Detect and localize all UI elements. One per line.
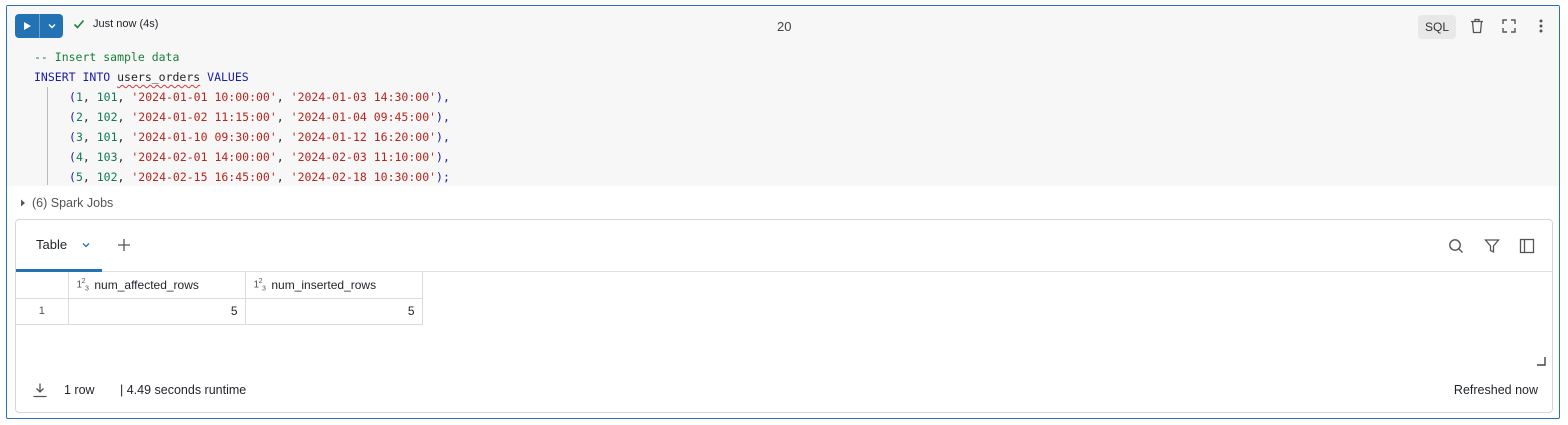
- sql-number: 101: [96, 90, 118, 104]
- more-options-button[interactable]: [1532, 17, 1550, 35]
- code-line: -- Insert sample data: [34, 47, 179, 67]
- sql-paren: (: [69, 150, 76, 164]
- sql-comment: -- Insert sample data: [34, 50, 180, 64]
- sql-string: '2024-01-12 16:20:00': [290, 130, 437, 144]
- sql-number: 1: [75, 90, 83, 104]
- sql-paren: ),: [436, 150, 450, 164]
- table-cell[interactable]: 5: [244, 297, 423, 325]
- spark-jobs-toggle[interactable]: (6) Spark Jobs: [19, 196, 113, 210]
- search-icon: [1449, 239, 1463, 253]
- sql-number: 5: [75, 170, 83, 184]
- sql-keyword: VALUES: [207, 70, 249, 84]
- notebook-cell[interactable]: Just now (4s) 20 SQL -- Insert sample da…: [6, 5, 1560, 419]
- integer-type-icon: 123: [253, 277, 266, 292]
- sql-string: '2024-01-04 09:45:00': [290, 110, 437, 124]
- more-vertical-icon: [1539, 19, 1543, 33]
- tab-table[interactable]: Table: [16, 220, 102, 272]
- sql-paren: (: [69, 130, 76, 144]
- sql-keyword: INTO: [82, 70, 111, 84]
- search-button[interactable]: [1447, 237, 1465, 255]
- cell-number: 20: [777, 19, 792, 34]
- sql-string: '2024-02-03 11:10:00': [290, 150, 437, 164]
- caret-right-icon: [21, 199, 25, 207]
- code-line: (4, 103, '2024-02-01 14:00:00', '2024-02…: [69, 150, 450, 164]
- sql-string: '2024-01-03 14:30:00': [290, 90, 437, 104]
- sql-number: 101: [96, 130, 118, 144]
- refreshed-status: Refreshed now: [1453, 383, 1538, 397]
- sql-string: '2024-02-15 16:45:00': [131, 170, 277, 184]
- run-cell-button[interactable]: [15, 14, 39, 38]
- run-status: Just now (4s): [73, 18, 158, 30]
- results-table: 123 num_affected_rows 123 num_inserted_r…: [16, 272, 423, 325]
- sql-string: '2024-01-01 10:00:00': [131, 90, 277, 104]
- run-status-text: Just now (4s): [93, 18, 159, 30]
- row-count: 1 row: [64, 383, 95, 397]
- code-line: (1, 101, '2024-01-01 10:00:00', '2024-01…: [69, 90, 450, 104]
- code-editor[interactable]: -- Insert sample data INSERT INTO users_…: [7, 46, 1559, 186]
- integer-type-icon: 123: [76, 277, 89, 292]
- results-header: Table: [16, 220, 1552, 272]
- table-cell[interactable]: 5: [67, 297, 246, 325]
- sql-number: 103: [96, 150, 118, 164]
- filter-button[interactable]: [1483, 237, 1501, 255]
- sql-string: '2024-01-02 11:15:00': [131, 110, 277, 124]
- code-line: (5, 102, '2024-02-15 16:45:00', '2024-02…: [69, 170, 450, 184]
- sql-paren: );: [436, 170, 450, 184]
- indent-guide: [47, 87, 48, 185]
- plus-icon[interactable]: [116, 237, 132, 253]
- sql-paren: (: [69, 110, 76, 124]
- sql-string: '2024-02-18 10:30:00': [290, 170, 437, 184]
- column-header-label: num_inserted_rows: [271, 277, 377, 292]
- sql-paren: (: [69, 90, 76, 104]
- sql-paren: ),: [436, 90, 450, 104]
- row-index-header: [16, 272, 69, 299]
- row-index: 1: [16, 297, 69, 325]
- column-header[interactable]: 123 num_inserted_rows: [244, 272, 423, 299]
- sql-keyword: INSERT: [34, 70, 76, 84]
- spark-jobs-label: (6) Spark Jobs: [32, 196, 114, 210]
- sql-string: '2024-02-01 14:00:00': [131, 150, 277, 164]
- table-header-row: 123 num_affected_rows 123 num_inserted_r…: [16, 272, 423, 299]
- results-panel: Table 123 num_affected_rows 123 num_inse…: [15, 219, 1553, 413]
- filter-icon: [1484, 239, 1500, 254]
- run-options-dropdown[interactable]: [40, 14, 63, 38]
- code-line: (2, 102, '2024-01-02 11:15:00', '2024-01…: [69, 110, 450, 124]
- tab-table-label: Table: [36, 237, 68, 252]
- resize-handle-icon[interactable]: [1536, 356, 1546, 366]
- trash-icon: [1471, 18, 1483, 34]
- expand-cell-button[interactable]: [1500, 17, 1518, 35]
- column-header-label: num_affected_rows: [94, 277, 199, 292]
- table-row: 1 5 5: [16, 297, 423, 325]
- sql-number: 3: [75, 130, 83, 144]
- sql-table-name: users_orders: [117, 70, 201, 84]
- delete-cell-button[interactable]: [1468, 17, 1486, 35]
- sidebar-panel-icon: [1519, 238, 1535, 254]
- cell-toolbar: Just now (4s) 20 SQL: [7, 6, 1559, 46]
- sql-paren: (: [69, 170, 76, 184]
- chevron-down-icon: [48, 24, 55, 29]
- code-line: INSERT INTO users_orders VALUES: [34, 67, 249, 87]
- sql-paren: ),: [436, 110, 450, 124]
- check-icon: [73, 19, 85, 29]
- column-header[interactable]: 123 num_affected_rows: [67, 272, 246, 299]
- download-icon[interactable]: [32, 382, 48, 398]
- sql-string: '2024-01-10 09:30:00': [131, 130, 277, 144]
- results-footer: 1 row | 4.49 seconds runtime Refreshed n…: [16, 370, 1552, 412]
- code-line: (3, 101, '2024-01-10 09:30:00', '2024-01…: [69, 130, 450, 144]
- sql-number: 4: [75, 150, 83, 164]
- sql-number: 102: [96, 170, 118, 184]
- run-cell-button-group[interactable]: [15, 14, 63, 38]
- toggle-sidebar-button[interactable]: [1518, 237, 1536, 255]
- sql-number: 102: [96, 110, 118, 124]
- chevron-down-icon[interactable]: [81, 240, 91, 250]
- sql-paren: ),: [436, 130, 450, 144]
- language-badge[interactable]: SQL: [1418, 15, 1456, 39]
- play-icon: [24, 22, 31, 30]
- runtime-text: | 4.49 seconds runtime: [120, 383, 247, 397]
- expand-icon: [1502, 19, 1516, 33]
- sql-number: 2: [75, 110, 83, 124]
